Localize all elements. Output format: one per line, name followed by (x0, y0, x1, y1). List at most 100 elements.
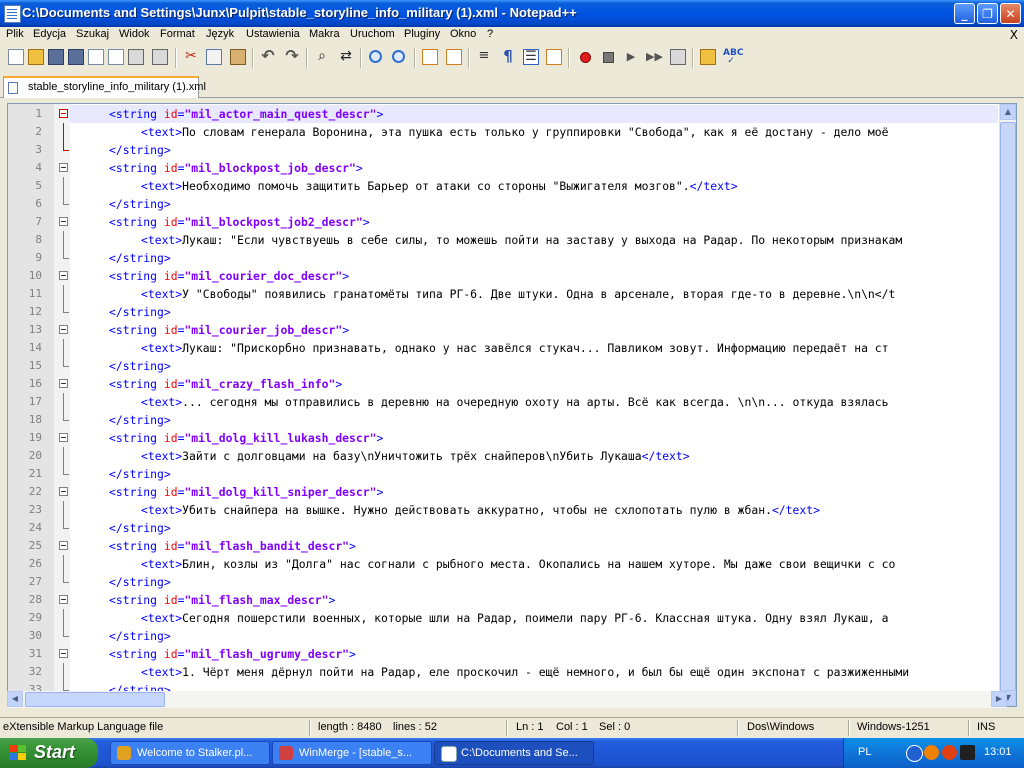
save-all-icon[interactable] (68, 49, 84, 65)
maximize-button[interactable]: ❐ (977, 3, 998, 24)
menu-widok[interactable]: Widok (119, 28, 150, 40)
paste-icon[interactable] (230, 49, 246, 65)
code-line[interactable]: </string> (70, 357, 998, 375)
language-indicator[interactable]: PL (858, 746, 871, 758)
indent-guide-icon[interactable]: ☰ (523, 49, 539, 65)
code-line[interactable]: <text>Блин, козлы из "Долга" нас согнали… (70, 555, 998, 573)
code-line[interactable]: <string id="mil_dolg_kill_sniper_descr"> (70, 483, 998, 501)
code-line[interactable]: <text>Сегодня пошерстили военных, которы… (70, 609, 998, 627)
menu-uruchom[interactable]: Uruchom (350, 28, 395, 40)
video-card-icon[interactable] (960, 745, 975, 760)
zoom-out-icon[interactable] (392, 50, 405, 63)
update-icon[interactable] (942, 745, 957, 760)
taskbar-item-notepad[interactable]: C:\Documents and Se... (434, 741, 594, 765)
fold-toggle-icon[interactable] (59, 217, 68, 226)
start-button[interactable]: Start (0, 738, 98, 768)
code-line[interactable]: <string id="mil_blockpost_job_descr"> (70, 159, 998, 177)
menu-pluginy[interactable]: Pluginy (404, 28, 440, 40)
code-line[interactable]: <text>Лукаш: "Если чувствуешь в себе сил… (70, 231, 998, 249)
undo-icon[interactable]: ↶ (260, 48, 276, 65)
code-line[interactable]: <text>По словам генерала Воронина, эта п… (70, 123, 998, 141)
replace-icon[interactable]: ⇄ (338, 49, 354, 65)
menu-format[interactable]: Format (160, 28, 195, 40)
stop-macro-icon[interactable] (603, 52, 614, 63)
close-document-x[interactable]: X (1010, 28, 1018, 42)
code-line[interactable]: <string id="mil_crazy_flash_info"> (70, 375, 998, 393)
code-line[interactable]: <string id="mil_flash_ugrumy_descr"> (70, 645, 998, 663)
spellcheck-icon[interactable]: ABC ✓ (723, 49, 743, 66)
show-all-chars-icon[interactable]: ¶ (500, 49, 516, 65)
print-icon[interactable] (128, 49, 144, 65)
menu-ustawienia[interactable]: Ustawienia (246, 28, 300, 40)
redo-icon[interactable]: ↷ (284, 48, 300, 65)
fold-toggle-icon[interactable] (59, 379, 68, 388)
code-line[interactable]: <string id="mil_courier_job_descr"> (70, 321, 998, 339)
fold-toggle-icon[interactable] (59, 649, 68, 658)
code-line[interactable]: </string> (70, 627, 998, 645)
open-folder-icon[interactable] (700, 49, 716, 65)
tab-stable-storyline[interactable]: stable_storyline_info_military (1).xml (3, 76, 206, 98)
scroll-up-button[interactable]: ▲ (1000, 104, 1016, 120)
menu-szukaj[interactable]: Szukaj (76, 28, 109, 40)
zoom-in-icon[interactable] (369, 50, 382, 63)
code-line[interactable]: <text>У "Свободы" появились гранатомёты … (70, 285, 998, 303)
taskbar-item-browser[interactable]: Welcome to Stalker.pl... (110, 741, 270, 765)
code-line[interactable]: <string id="mil_flash_max_descr"> (70, 591, 998, 609)
title-bar[interactable]: C:\Documents and Settings\Junx\Pulpit\st… (0, 0, 1024, 27)
function-list-icon[interactable] (546, 49, 562, 65)
code-line[interactable]: <string id="mil_flash_bandit_descr"> (70, 537, 998, 555)
code-line[interactable]: </string> (70, 519, 998, 537)
code-line[interactable]: </string> (70, 195, 998, 213)
code-line[interactable]: <string id="mil_blockpost_job2_descr"> (70, 213, 998, 231)
copy-icon[interactable] (206, 49, 222, 65)
code-line[interactable]: </string> (70, 573, 998, 591)
code-line[interactable]: <string id="mil_actor_main_quest_descr"> (70, 105, 998, 123)
fold-toggle-icon[interactable] (59, 163, 68, 172)
minimize-button[interactable]: _ (954, 3, 975, 24)
play-macro-icon[interactable]: ▶ (623, 49, 639, 65)
editor[interactable]: 1 2 3 4 5 6 7 8 9 10 11 12 13 14 15 16 17 18 19 20 21 22 23 24 2… (7, 103, 1017, 707)
new-file-icon[interactable] (8, 49, 24, 65)
code-line[interactable]: </string> (70, 249, 998, 267)
fold-toggle-icon[interactable] (59, 325, 68, 334)
fold-margin[interactable] (54, 104, 70, 706)
menu-edycja[interactable]: Edycja (33, 28, 66, 40)
code-line[interactable]: </string> (70, 465, 998, 483)
code-line[interactable]: <text>Лукаш: "Прискорбно признавать, одн… (70, 339, 998, 357)
word-wrap-icon[interactable]: ≡ (476, 49, 492, 65)
media-player-icon[interactable] (924, 745, 939, 760)
find-icon[interactable]: ⌕ (314, 49, 330, 65)
network-icon[interactable] (906, 745, 923, 762)
clock[interactable]: 13:01 (984, 746, 1012, 758)
code-line[interactable]: </string> (70, 303, 998, 321)
save-icon[interactable] (48, 49, 64, 65)
menu-plik[interactable]: Plik (6, 28, 24, 40)
code-line[interactable]: <string id="mil_courier_doc_descr"> (70, 267, 998, 285)
close-icon[interactable] (88, 49, 104, 65)
sync-vertical-icon[interactable] (422, 49, 438, 65)
scroll-left-button[interactable]: ◀ (7, 691, 23, 707)
scroll-right-button[interactable]: ▶ (991, 691, 1007, 707)
sync-horizontal-icon[interactable] (446, 49, 462, 65)
close-all-icon[interactable] (108, 49, 124, 65)
code-line[interactable]: <text>Необходимо помочь защитить Барьер … (70, 177, 998, 195)
code-line[interactable]: </string> (70, 411, 998, 429)
fold-toggle-icon[interactable] (59, 595, 68, 604)
vertical-scrollbar[interactable]: ▲ ▼ (999, 104, 1016, 706)
code-line[interactable]: <text>Зайти с долговцами на базу\nУничто… (70, 447, 998, 465)
code-line[interactable]: <string id="mil_dolg_kill_lukash_descr"> (70, 429, 998, 447)
notepad-app-icon[interactable] (4, 5, 21, 23)
code-area[interactable]: <string id="mil_actor_main_quest_descr">… (70, 104, 998, 706)
fold-toggle-icon[interactable] (59, 109, 68, 118)
menu-help[interactable]: ? (487, 28, 493, 40)
fold-toggle-icon[interactable] (59, 433, 68, 442)
menu-okno[interactable]: Okno (450, 28, 476, 40)
horizontal-scroll-thumb[interactable] (25, 692, 165, 707)
record-macro-icon[interactable] (580, 52, 591, 63)
code-line[interactable]: <text>... сегодня мы отправились в дерев… (70, 393, 998, 411)
close-button[interactable]: ✕ (1000, 3, 1021, 24)
fold-toggle-icon[interactable] (59, 487, 68, 496)
code-line[interactable]: <text>1. Чёрт меня дёрнул пойти на Радар… (70, 663, 998, 681)
cut-icon[interactable]: ✂ (183, 49, 199, 65)
taskbar-item-winmerge[interactable]: WinMerge - [stable_s... (272, 741, 432, 765)
